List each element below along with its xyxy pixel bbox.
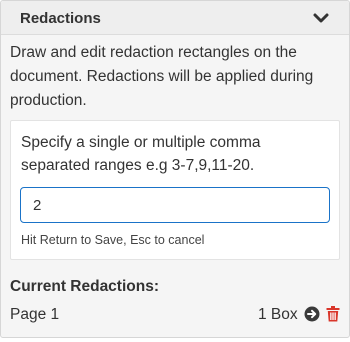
panel-header[interactable]: Redactions: [1, 1, 349, 35]
redaction-list-item[interactable]: Page 1 1 Box: [10, 303, 342, 325]
panel-title: Redactions: [20, 10, 101, 27]
arrow-circle-right-icon[interactable]: [304, 306, 320, 322]
panel-description: Draw and edit redaction rectangles on th…: [10, 44, 314, 109]
range-form-card: Specify a single or multiple comma separ…: [10, 120, 340, 260]
redaction-box-count: 1 Box: [258, 306, 298, 323]
trash-icon[interactable]: [326, 306, 340, 322]
chevron-down-icon[interactable]: [311, 9, 331, 27]
redaction-page-label: Page 1: [10, 306, 60, 323]
save-cancel-hint: Hit Return to Save, Esc to cancel: [21, 233, 205, 247]
page-range-input[interactable]: [20, 187, 330, 223]
redactions-panel: Redactions Draw and edit redaction recta…: [0, 0, 350, 338]
range-instructions: Specify a single or multiple comma separ…: [21, 134, 261, 174]
current-redactions-heading: Current Redactions:: [10, 278, 159, 295]
